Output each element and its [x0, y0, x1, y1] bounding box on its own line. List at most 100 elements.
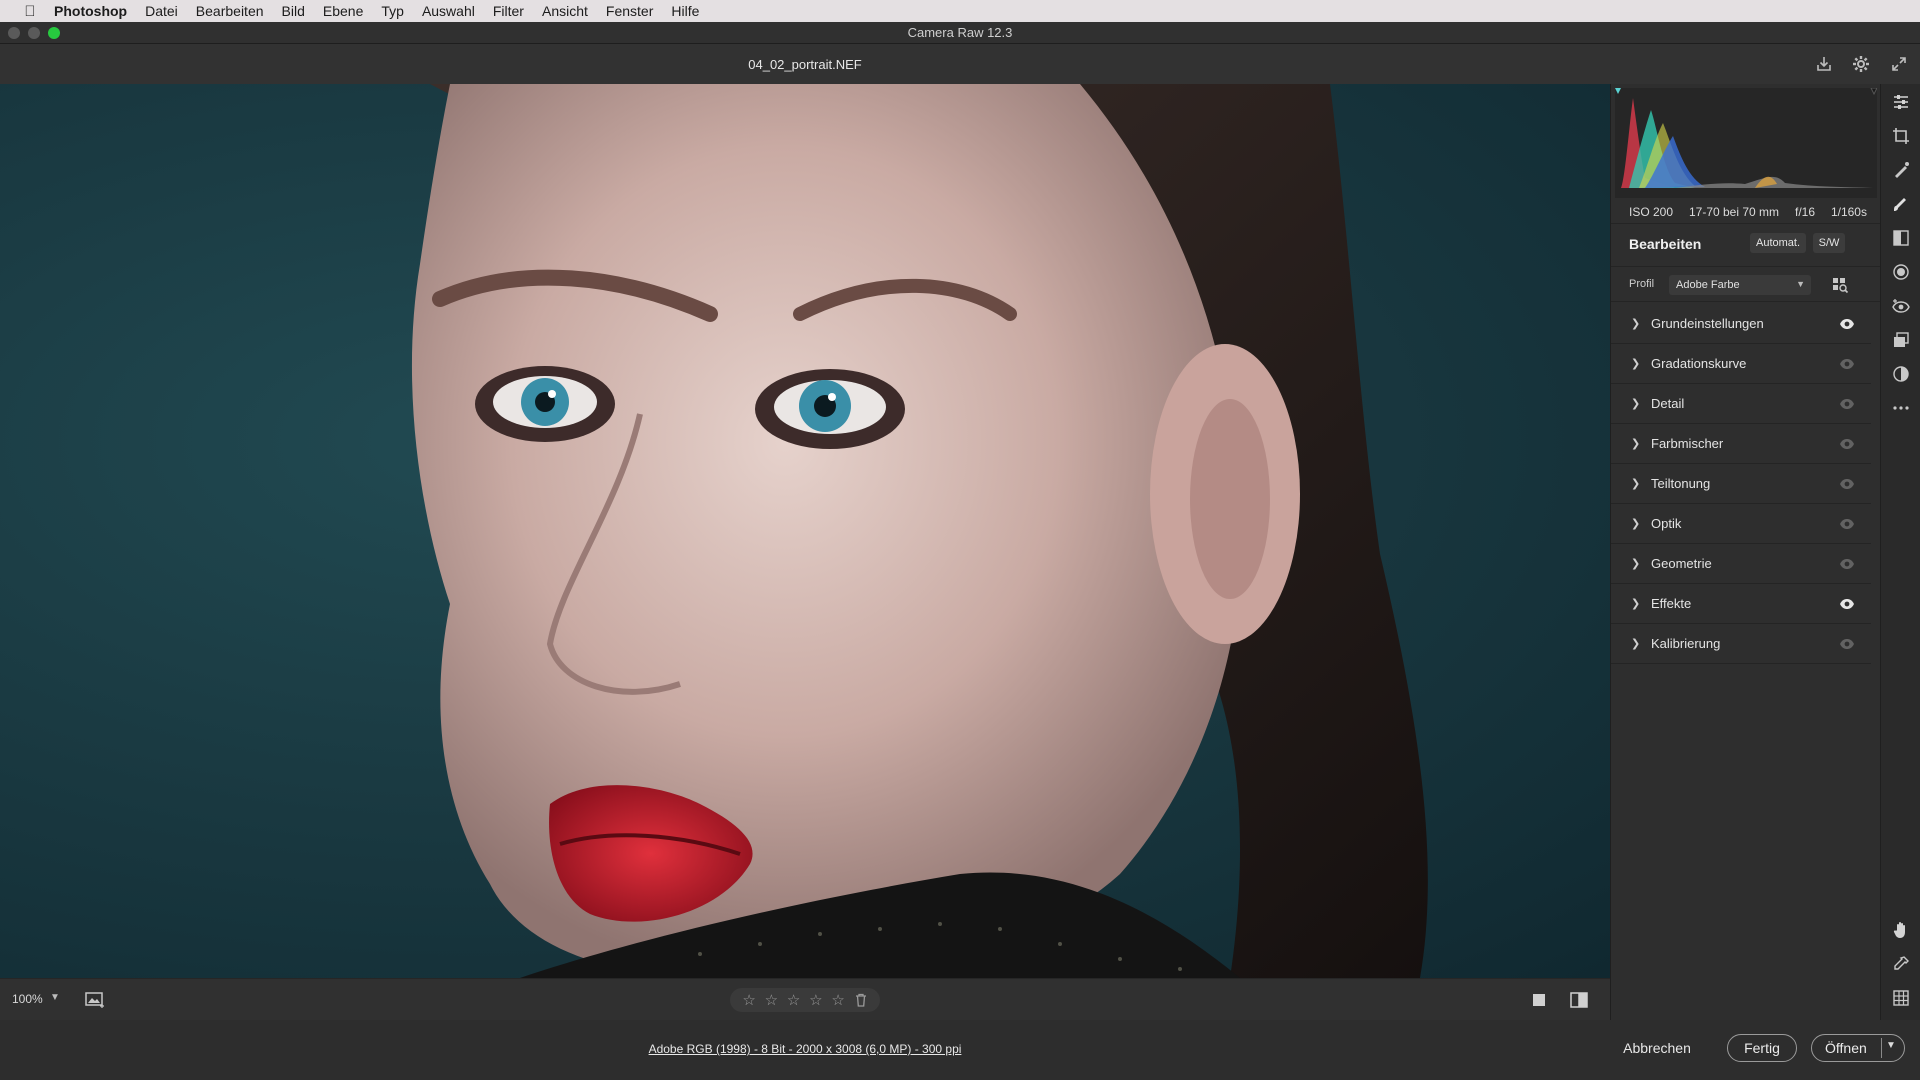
histogram-graph — [1615, 87, 1878, 188]
fullscreen-icon[interactable] — [1889, 54, 1909, 74]
eye-icon[interactable] — [1839, 398, 1855, 410]
window-minimize-button[interactable] — [28, 27, 40, 39]
menu-ansicht[interactable]: Ansicht — [542, 3, 588, 19]
black-white-button[interactable]: S/W — [1813, 233, 1845, 253]
eye-icon[interactable] — [1839, 478, 1855, 490]
eye-icon[interactable] — [1839, 558, 1855, 570]
done-button[interactable]: Fertig — [1727, 1034, 1797, 1062]
menu-bearbeiten[interactable]: Bearbeiten — [196, 3, 264, 19]
edit-header: Bearbeiten Automat. S/W — [1611, 224, 1881, 264]
exif-lens: 17-70 bei 70 mm — [1688, 204, 1780, 219]
section-effekte[interactable]: ❯ Effekte — [1611, 584, 1871, 624]
auto-button[interactable]: Automat. — [1750, 233, 1806, 253]
presets-icon[interactable] — [1891, 364, 1911, 384]
trash-icon[interactable] — [854, 993, 868, 1007]
image-toolbar: 100% ▼ ☆ ☆ ☆ ☆ ☆ — [0, 978, 1610, 1020]
compare-view-icon[interactable] — [1569, 990, 1589, 1010]
header-bar: 04_02_portrait.NEF — [0, 44, 1920, 84]
chevron-right-icon: ❯ — [1631, 318, 1641, 330]
chevron-right-icon: ❯ — [1631, 358, 1641, 370]
chevron-right-icon: ❯ — [1631, 478, 1641, 490]
star-icon[interactable]: ☆ — [742, 991, 755, 1009]
eye-icon[interactable] — [1839, 318, 1855, 330]
menu-datei[interactable]: Datei — [145, 3, 178, 19]
profile-row: Profil Adobe Farbe ▼ — [1611, 266, 1881, 302]
profile-browser-icon[interactable] — [1831, 276, 1849, 294]
image-preview[interactable] — [0, 84, 1610, 978]
panel-title: Bearbeiten — [1629, 236, 1702, 252]
chevron-right-icon: ❯ — [1631, 558, 1641, 570]
red-eye-icon[interactable] — [1891, 296, 1911, 316]
menu-ebene[interactable]: Ebene — [323, 3, 363, 19]
eye-icon[interactable] — [1839, 638, 1855, 650]
section-label: Geometrie — [1651, 556, 1712, 571]
exif-aperture: f/16 — [1794, 204, 1815, 219]
radial-filter-icon[interactable] — [1891, 262, 1911, 282]
single-view-icon[interactable] — [1530, 991, 1548, 1009]
menu-hilfe[interactable]: Hilfe — [671, 3, 699, 19]
portrait-image — [411, 84, 1428, 978]
grid-overlay-icon[interactable] — [1891, 988, 1911, 1008]
profile-value: Adobe Farbe — [1676, 279, 1740, 291]
window-close-button[interactable] — [8, 27, 20, 39]
edit-panel: ISO 200 17-70 bei 70 mm f/16 1/160s Bear… — [1610, 84, 1881, 1020]
gear-icon[interactable] — [1851, 54, 1871, 74]
menu-bild[interactable]: Bild — [282, 3, 305, 19]
window-title-bar: Camera Raw 12.3 — [0, 22, 1920, 44]
section-label: Effekte — [1651, 596, 1692, 611]
menu-filter[interactable]: Filter — [493, 3, 524, 19]
menu-app-photoshop[interactable]: Photoshop — [54, 3, 127, 19]
section-detail[interactable]: ❯ Detail — [1611, 384, 1871, 424]
healing-brush-icon[interactable] — [1891, 160, 1911, 180]
section-label: Farbmischer — [1651, 436, 1724, 451]
eye-icon[interactable] — [1839, 598, 1855, 610]
more-icon[interactable] — [1891, 398, 1911, 418]
profile-select[interactable]: Adobe Farbe ▼ — [1669, 275, 1811, 295]
sliders-icon[interactable] — [1891, 92, 1911, 112]
chevron-down-icon[interactable]: ▼ — [1886, 1040, 1896, 1051]
section-kalibrierung[interactable]: ❯ Kalibrierung — [1611, 624, 1871, 664]
chevron-right-icon: ❯ — [1631, 598, 1641, 610]
window-title: Camera Raw 12.3 — [907, 25, 1013, 40]
chevron-right-icon: ❯ — [1631, 518, 1641, 530]
star-rating[interactable]: ☆ ☆ ☆ ☆ ☆ — [730, 988, 880, 1012]
star-icon[interactable]: ☆ — [809, 991, 822, 1009]
graduated-filter-icon[interactable] — [1891, 228, 1911, 248]
eyedropper-icon[interactable] — [1891, 954, 1911, 974]
menu-auswahl[interactable]: Auswahl — [422, 3, 475, 19]
menu-typ[interactable]: Typ — [381, 3, 404, 19]
eye-icon[interactable] — [1839, 518, 1855, 530]
crop-icon[interactable] — [1891, 126, 1911, 146]
section-geometrie[interactable]: ❯ Geometrie — [1611, 544, 1871, 584]
section-gradationskurve[interactable]: ❯ Gradationskurve — [1611, 344, 1871, 384]
chevron-right-icon: ❯ — [1631, 438, 1641, 450]
eye-icon[interactable] — [1839, 358, 1855, 370]
snapshots-icon[interactable] — [1891, 330, 1911, 350]
cancel-button[interactable]: Abbrechen — [1612, 1040, 1702, 1056]
chevron-down-icon[interactable]: ▼ — [50, 992, 60, 1003]
exif-info: ISO 200 17-70 bei 70 mm f/16 1/160s — [1611, 200, 1881, 224]
adjustment-brush-icon[interactable] — [1891, 194, 1911, 214]
workflow-options-link[interactable]: Adobe RGB (1998) - 8 Bit - 2000 x 3008 (… — [0, 1042, 1610, 1056]
zoom-level[interactable]: 100% — [12, 992, 43, 1006]
apple-icon[interactable]:  — [20, 3, 40, 20]
window-zoom-button[interactable] — [48, 27, 60, 39]
exif-iso: ISO 200 — [1629, 204, 1674, 219]
eye-icon[interactable] — [1839, 438, 1855, 450]
star-icon[interactable]: ☆ — [765, 991, 778, 1009]
shadow-clipping-icon — [1615, 88, 1621, 94]
star-icon[interactable]: ☆ — [831, 991, 844, 1009]
filmstrip-icon[interactable] — [84, 990, 106, 1010]
open-button-label: Öffnen — [1825, 1040, 1867, 1056]
profile-label: Profil — [1629, 278, 1655, 290]
menu-fenster[interactable]: Fenster — [606, 3, 653, 19]
chevron-right-icon: ❯ — [1631, 398, 1641, 410]
star-icon[interactable]: ☆ — [787, 991, 800, 1009]
section-farbmischer[interactable]: ❯ Farbmischer — [1611, 424, 1871, 464]
section-optik[interactable]: ❯ Optik — [1611, 504, 1871, 544]
section-label: Gradationskurve — [1651, 356, 1747, 371]
section-grundeinstellungen[interactable]: ❯ Grundeinstellungen — [1611, 304, 1871, 344]
hand-icon[interactable] — [1891, 920, 1911, 940]
save-image-icon[interactable] — [1814, 54, 1834, 74]
section-teiltonung[interactable]: ❯ Teiltonung — [1611, 464, 1871, 504]
